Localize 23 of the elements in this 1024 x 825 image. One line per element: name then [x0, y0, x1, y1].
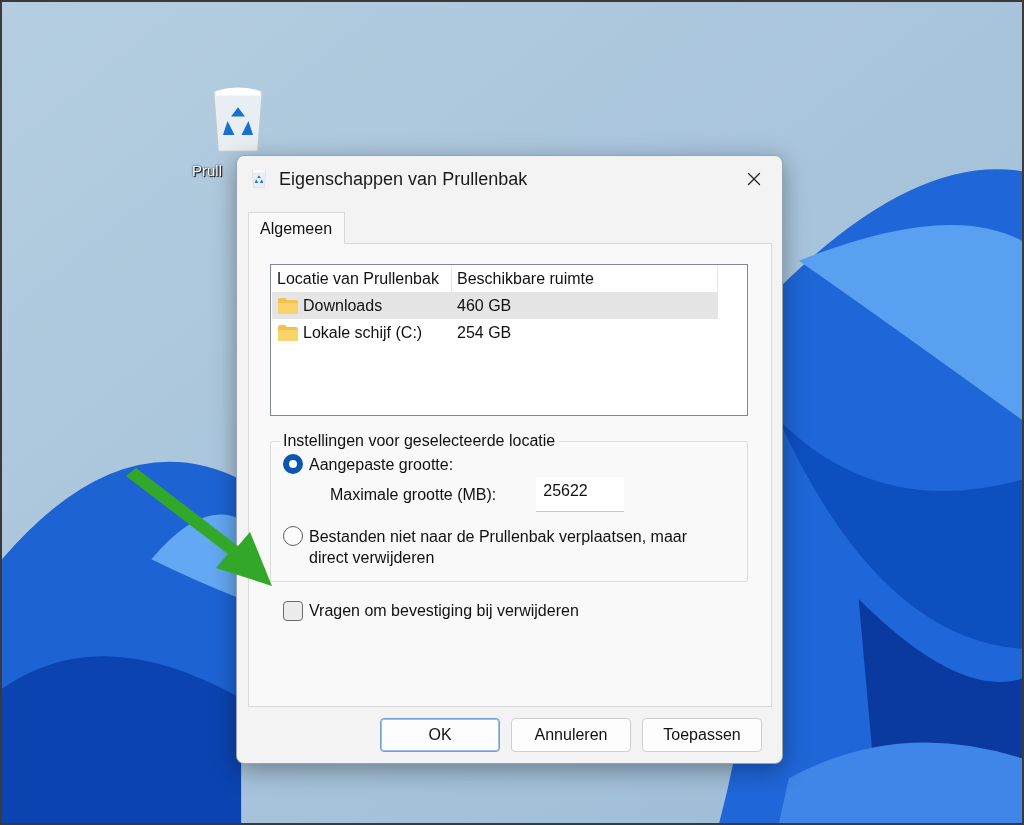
folder-icon — [277, 296, 299, 315]
tab[interactable]: Algemeen — [248, 212, 346, 244]
free-space: 460 GB — [456, 296, 513, 315]
location-name: Downloads — [303, 296, 383, 315]
window-title: Eigenschappen van Prullenbak — [279, 168, 529, 190]
dialog-button[interactable]: Toepassen — [642, 718, 762, 752]
free-space: 254 GB — [456, 323, 513, 342]
radio-button[interactable] — [283, 526, 303, 546]
radio-button[interactable] — [283, 454, 303, 474]
recycle-bin-icon — [251, 169, 267, 189]
option-label: Aangepaste grootte: — [309, 455, 454, 475]
dialog-button[interactable]: OK — [380, 718, 500, 752]
max-size-label: Maximale grootte (MB): — [330, 485, 497, 505]
max-size-field[interactable]: 25622 — [536, 477, 625, 512]
group-legend: Instellingen voor geselecteerde locatie — [280, 432, 559, 450]
list-row[interactable]: Downloads 460 GB — [272, 292, 718, 319]
checkbox[interactable] — [283, 600, 303, 621]
list-row[interactable]: Lokale schijf (C:) 254 GB — [272, 319, 718, 346]
checkbox-label: Vragen om bevestiging bij verwijderen — [309, 601, 579, 621]
folder-icon — [277, 323, 299, 342]
option-label: Bestanden niet naar de Prullenbak verplaatsen, maar direct verwijderen — [309, 527, 688, 568]
location-name: Lokale schijf (C:) — [303, 323, 423, 342]
dialog-button[interactable]: Annuleren — [511, 718, 631, 752]
